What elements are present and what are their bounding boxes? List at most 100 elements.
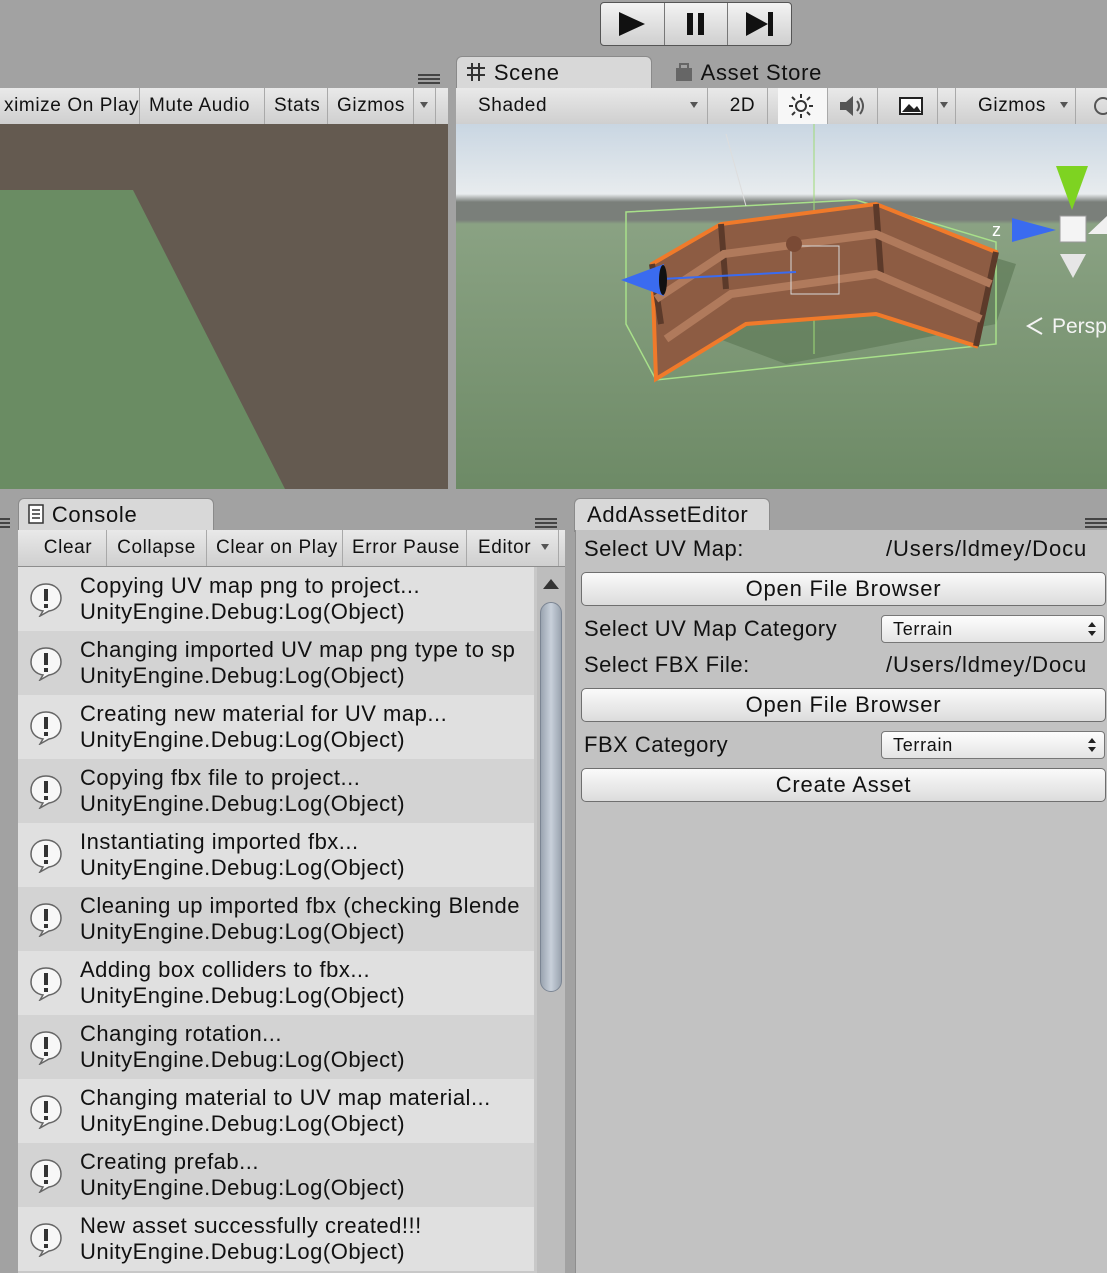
info-message-icon <box>30 1031 62 1065</box>
scene-gizmos-label: Gizmos <box>978 95 1046 116</box>
log-message: Changing rotation... <box>80 1021 283 1046</box>
scene-gizmos-dropdown[interactable]: Gizmos <box>968 88 1076 124</box>
fbx-category-value: Terrain <box>893 735 953 755</box>
chevron-down-icon <box>1060 102 1068 108</box>
chevron-down-icon <box>420 102 428 108</box>
pause-icon <box>687 13 704 35</box>
maximize-on-play-toggle[interactable]: ximize On Play <box>0 88 140 124</box>
play-controls <box>600 2 792 46</box>
mute-audio-toggle[interactable]: Mute Audio <box>140 88 265 124</box>
console-log-row[interactable]: Copying UV map png to project... UnityEng… <box>18 567 534 631</box>
fbx-category-select[interactable]: Terrain <box>881 731 1105 759</box>
info-message-icon <box>30 711 62 745</box>
console-log-row[interactable]: Adding box colliders to fbx... UnityEngin… <box>18 951 534 1015</box>
tab-scene[interactable]: Scene <box>456 56 652 90</box>
tab-console[interactable]: Console <box>18 498 214 532</box>
console-scroll-thumb[interactable] <box>540 602 562 992</box>
fbx-path: /Users/ldmey/Docu <box>886 652 1088 677</box>
clear-on-play-toggle[interactable]: Clear on Play <box>207 530 343 566</box>
editor-menu-icon[interactable] <box>1085 518 1107 528</box>
uv-map-category-value: Terrain <box>893 619 953 639</box>
pause-button[interactable] <box>665 3 729 45</box>
chevron-down-icon <box>541 544 549 550</box>
game-toolbar: ximize On Play Mute Audio Stats Gizmos <box>0 88 448 125</box>
clear-button[interactable]: Clear <box>30 530 107 566</box>
console-log-row[interactable]: Changing material to UV map material... U… <box>18 1079 534 1143</box>
mode-2d-toggle[interactable]: 2D <box>718 88 768 124</box>
info-message-icon <box>30 583 62 617</box>
updown-arrows-icon <box>1088 622 1096 636</box>
step-button[interactable] <box>728 3 791 45</box>
projection-label[interactable]: Persp <box>1052 315 1107 338</box>
log-source: UnityEngine.Debug:Log(Object) <box>80 727 406 752</box>
create-asset-button[interactable]: Create Asset <box>581 768 1106 802</box>
editor-dropdown[interactable]: Editor <box>469 530 559 566</box>
tab-asset-store[interactable]: Asset Store <box>664 56 864 90</box>
log-source: UnityEngine.Debug:Log(Object) <box>80 855 406 880</box>
scene-lighting-toggle[interactable] <box>778 88 828 124</box>
console-document-icon <box>28 504 44 524</box>
game-view-render <box>0 190 285 489</box>
scene-effects-toggle[interactable] <box>888 88 938 124</box>
scroll-up-arrow-icon[interactable] <box>537 573 565 597</box>
console-toolbar: Clear Collapse Clear on Play Error Pause… <box>18 530 565 567</box>
error-pause-toggle[interactable]: Error Pause <box>343 530 467 566</box>
add-asset-editor-panel: Select UV Map: /Users/ldmey/Docu Open Fi… <box>575 530 1107 1273</box>
select-uv-map-label: Select UV Map: <box>584 536 744 561</box>
image-icon <box>899 97 923 115</box>
info-message-icon <box>30 647 62 681</box>
chevron-down-icon <box>940 102 948 108</box>
shading-mode-value: Shaded <box>478 95 548 116</box>
collapse-toggle[interactable]: Collapse <box>107 530 207 566</box>
play-icon <box>619 12 646 36</box>
log-source: UnityEngine.Debug:Log(Object) <box>80 791 406 816</box>
left-panel-menu-icon[interactable] <box>0 518 10 528</box>
console-menu-icon[interactable] <box>535 518 557 528</box>
info-message-icon <box>30 967 62 1001</box>
shading-mode-dropdown[interactable]: Shaded <box>466 88 708 124</box>
console-log-row[interactable]: Copying fbx file to project... UnityEngin… <box>18 759 534 823</box>
info-message-icon <box>30 1223 62 1257</box>
game-panel-menu-icon[interactable] <box>418 74 440 84</box>
tab-console-label: Console <box>51 502 138 527</box>
step-icon <box>745 12 773 36</box>
tab-add-asset-editor[interactable]: AddAssetEditor <box>574 498 770 532</box>
console-log-row[interactable]: New asset successfully created!!! UnityEn… <box>18 1207 534 1271</box>
open-fbx-file-browser-button[interactable]: Open File Browser <box>581 688 1106 722</box>
console-log-row[interactable]: Creating new material for UV map... Unity… <box>18 695 534 759</box>
log-message: Cleaning up imported fbx (checking Blend… <box>80 893 520 918</box>
chevron-down-icon <box>690 102 698 108</box>
console-log-row[interactable]: Creating prefab... UnityEngine.Debug:Log(… <box>18 1143 534 1207</box>
game-view-viewport[interactable] <box>0 124 448 489</box>
log-source: UnityEngine.Debug:Log(Object) <box>80 919 406 944</box>
scene-render: z Persp <box>621 124 1107 383</box>
scene-effects-dropdown[interactable] <box>934 88 956 124</box>
stats-toggle[interactable]: Stats <box>265 88 328 124</box>
log-source: UnityEngine.Debug:Log(Object) <box>80 663 406 688</box>
scene-toolbar: Shaded 2D Gizmos <box>456 88 1107 125</box>
log-message: Instantiating imported fbx... <box>80 829 359 854</box>
grid-icon <box>467 63 485 81</box>
scene-view-viewport[interactable]: z Persp <box>456 124 1107 489</box>
speaker-icon <box>840 96 864 116</box>
log-source: UnityEngine.Debug:Log(Object) <box>80 1111 406 1136</box>
log-message: Copying fbx file to project... <box>80 765 361 790</box>
log-message: Changing imported UV map png type to sp <box>80 637 516 662</box>
store-bag-icon <box>676 63 692 81</box>
console-log-row[interactable]: Changing rotation... UnityEngine.Debug:Lo… <box>18 1015 534 1079</box>
scene-audio-toggle[interactable] <box>828 88 878 124</box>
gizmo-z-label: z <box>992 220 1001 240</box>
game-gizmos-toggle[interactable]: Gizmos <box>328 88 414 124</box>
log-source: UnityEngine.Debug:Log(Object) <box>80 983 406 1008</box>
play-button[interactable] <box>601 3 665 45</box>
console-log-row[interactable]: Instantiating imported fbx... UnityEngine… <box>18 823 534 887</box>
uv-map-category-select[interactable]: Terrain <box>881 615 1105 643</box>
log-message: Creating new material for UV map... <box>80 701 448 726</box>
scene-search[interactable] <box>1080 88 1107 124</box>
open-uv-file-browser-button[interactable]: Open File Browser <box>581 572 1106 606</box>
game-gizmos-dropdown[interactable] <box>414 88 436 124</box>
console-log-row[interactable]: Changing imported UV map png type to sp U… <box>18 631 534 695</box>
console-panel: Clear Collapse Clear on Play Error Pause… <box>18 530 565 1273</box>
tab-add-asset-editor-label: AddAssetEditor <box>587 502 749 527</box>
console-log-row[interactable]: Cleaning up imported fbx (checking Blend… <box>18 887 534 951</box>
